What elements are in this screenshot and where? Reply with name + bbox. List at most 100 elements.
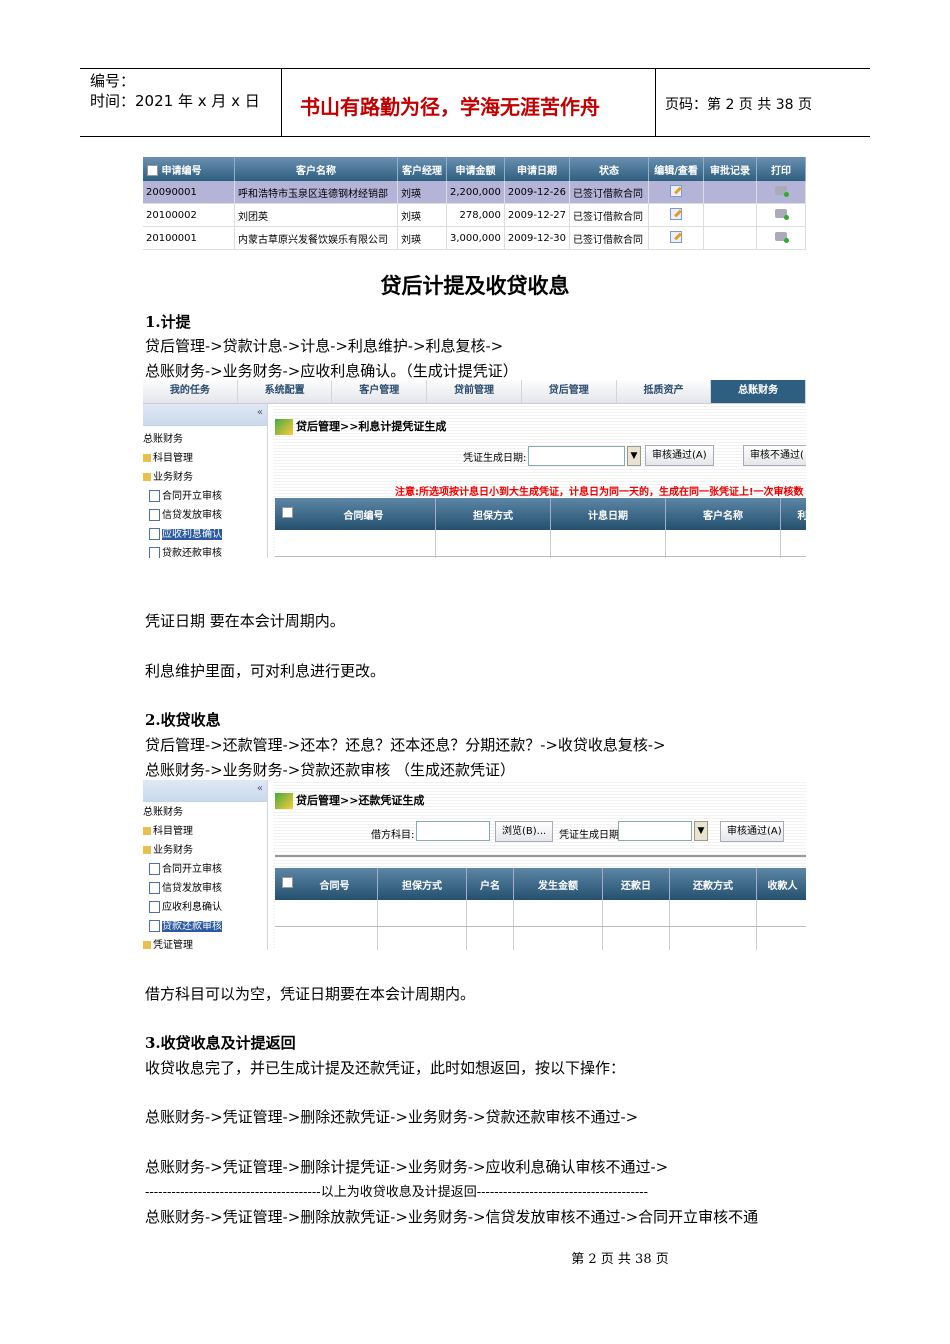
separator-line: ----------------------------------------… — [145, 1185, 649, 1200]
cell: 刘瑛 — [397, 226, 447, 250]
sidebar-tree: « 总账财务 科目管理 业务财务 合同开立审核 信贷发放审核 应收利息确认 贷款… — [143, 780, 268, 950]
select-all-checkbox[interactable] — [147, 165, 158, 176]
text-line: 贷后管理->还款管理->还本？还息？还本还息？分期还款？->收贷收息复核-> — [145, 736, 666, 754]
cell: 已签订借款合同 — [569, 203, 650, 227]
text-line: 收贷收息完了，并已生成计提及还款凭证，此时如想返回，按以下操作： — [145, 1059, 626, 1077]
folder-icon — [143, 941, 151, 949]
text-line: 总账财务->凭证管理->删除计提凭证->业务财务->应收利息确认审核不通过-> — [145, 1158, 669, 1176]
loan-application-table: 申请编号 客户名称 客户经理 申请金额 申请日期 状态 编辑/查看 审批记录 打… — [143, 157, 806, 250]
edit-icon[interactable] — [670, 207, 683, 220]
table-row[interactable] — [275, 556, 806, 558]
contract-grid: 合同编号担保方式计息日期客户名称利息 — [275, 498, 806, 558]
collapse-button[interactable]: « — [143, 780, 267, 802]
page-info: 页码：第 2 页 共 38 页 — [665, 97, 812, 113]
breadcrumb: 贷后管理>>还款凭证生成 — [275, 792, 424, 809]
select-all-checkbox[interactable] — [282, 876, 293, 888]
tree-item[interactable]: 科目管理 — [143, 449, 267, 468]
tree-item[interactable]: 总账财务 — [143, 803, 267, 822]
debit-account-label: 借方科目: — [371, 830, 415, 841]
tree-item[interactable]: 合同开立审核 — [143, 487, 267, 506]
document-icon — [149, 901, 160, 913]
cell: 刘瑛 — [397, 203, 447, 227]
document-icon — [149, 528, 160, 540]
edit-icon[interactable] — [670, 230, 683, 243]
collapse-button[interactable]: « — [143, 404, 267, 426]
print-icon[interactable] — [775, 186, 790, 197]
time-label: 时间：2021 年 x 月 x 日 — [90, 92, 260, 110]
cell: 已签订借款合同 — [569, 226, 650, 250]
date-dropdown[interactable]: ▼ — [627, 446, 641, 466]
col-header: 申请日期 — [504, 157, 571, 181]
browse-button[interactable]: 浏览(B)... — [495, 821, 554, 842]
tree-item[interactable]: 业务财务 — [143, 468, 267, 487]
breadcrumb: 贷后管理>>利息计提凭证生成 — [275, 418, 446, 435]
select-all-checkbox[interactable] — [282, 506, 293, 518]
folder-icon — [143, 846, 151, 854]
table-row[interactable] — [275, 900, 806, 927]
page-footer: 第 2 页 共 38 页 — [571, 1252, 669, 1267]
table-row[interactable]: 20090001 呼和浩特市玉泉区连德钢材经销部 刘瑛 2,200,000 2009-1… — [143, 181, 806, 204]
approve-button[interactable]: 审核通过(A) — [645, 445, 714, 466]
date-dropdown[interactable]: ▼ — [694, 821, 708, 841]
tab-general-ledger[interactable]: 总账财务 — [711, 380, 806, 403]
tree-item[interactable]: 业务财务 — [143, 841, 267, 860]
tab-post-loan[interactable]: 贷后管理 — [522, 380, 617, 403]
tab-my-tasks[interactable]: 我的任务 — [143, 380, 238, 403]
table-row[interactable]: 20100002 刘团英 刘瑛 278,000 2009-12-27 已签订借款合同 — [143, 203, 806, 227]
debit-account-input[interactable] — [416, 821, 490, 841]
cell: 20090001 — [143, 181, 235, 204]
approve-button[interactable]: 审核通过(A) — [720, 821, 784, 842]
table-row[interactable] — [275, 926, 806, 950]
text-line: 总账财务->业务财务->贷款还款审核 （生成还款凭证） — [145, 761, 516, 779]
edit-icon[interactable] — [670, 184, 683, 197]
chart-icon — [275, 793, 293, 809]
tab-collateral[interactable]: 抵质资产 — [617, 380, 712, 403]
cell: 2,200,000 — [446, 181, 505, 204]
cell: 3,000,000 — [446, 226, 505, 250]
voucher-date-input[interactable] — [528, 446, 625, 466]
repayment-voucher-screenshot: « 总账财务 科目管理 业务财务 合同开立审核 信贷发放审核 应收利息确认 贷款… — [143, 780, 806, 950]
tree-item[interactable]: 应收利息确认 — [143, 898, 267, 917]
col-header: 申请编号 — [161, 165, 202, 177]
chart-icon — [275, 419, 293, 435]
document-icon — [149, 882, 160, 894]
cell: 278,000 — [446, 203, 505, 227]
tree-item-selected[interactable]: 贷款还款审核 — [143, 917, 267, 936]
tree-item[interactable]: 科目管理 — [143, 822, 267, 841]
folder-icon — [143, 827, 151, 835]
heading-collection: 2.收贷收息 — [145, 711, 221, 729]
cell: 20100002 — [143, 203, 235, 227]
col-header: 状态 — [569, 157, 650, 181]
tree-item-selected[interactable]: 应收利息确认 — [143, 525, 267, 544]
tree-item[interactable]: 凭证管理 — [143, 936, 267, 950]
tree-item[interactable]: 贷款还款审核 — [143, 544, 267, 558]
tab-pre-loan[interactable]: 贷前管理 — [427, 380, 522, 403]
document-icon — [149, 509, 160, 521]
tab-system-config[interactable]: 系统配置 — [238, 380, 333, 403]
col-header: 客户经理 — [397, 157, 447, 181]
print-icon[interactable] — [775, 209, 790, 220]
table-row[interactable]: 20100001 内蒙古草原兴发餐饮娱乐有限公司 刘瑛 3,000,000 2009-1… — [143, 226, 806, 250]
cell: 已签订借款合同 — [569, 181, 650, 204]
tree-item[interactable]: 信贷发放审核 — [143, 506, 267, 525]
tree-item[interactable]: 合同开立审核 — [143, 860, 267, 879]
tab-customer-mgmt[interactable]: 客户管理 — [332, 380, 428, 403]
table-row[interactable] — [275, 530, 806, 557]
cell: 2009-12-26 — [504, 181, 571, 204]
col-header: 申请金额 — [446, 157, 505, 181]
tree-item[interactable]: 总账财务 — [143, 430, 267, 449]
reject-button[interactable]: 审核不通过( — [743, 445, 806, 466]
divider — [275, 855, 806, 857]
text-line: 贷后管理->贷款计息->计息->利息维护->利息复核-> — [145, 337, 504, 355]
voucher-date-input[interactable] — [618, 821, 692, 841]
text-line: 总账财务->凭证管理->删除放款凭证->业务财务->信贷发放审核不通过->合同开… — [145, 1208, 759, 1226]
sidebar-tree: « 总账财务 科目管理 业务财务 合同开立审核 信贷发放审核 应收利息确认 贷款… — [143, 404, 268, 558]
cell: 2009-12-30 — [504, 226, 571, 250]
document-page: 编号： 时间：2021 年 x 月 x 日 书山有路勤为径，学海无涯苦作舟 页码：… — [0, 0, 950, 1344]
text-line: 利息维护里面，可对利息进行更改。 — [145, 662, 386, 680]
tree-item[interactable]: 信贷发放审核 — [143, 879, 267, 898]
document-icon — [149, 863, 160, 875]
document-icon — [149, 547, 160, 558]
print-icon[interactable] — [775, 232, 790, 243]
col-header: 打印 — [756, 157, 806, 181]
